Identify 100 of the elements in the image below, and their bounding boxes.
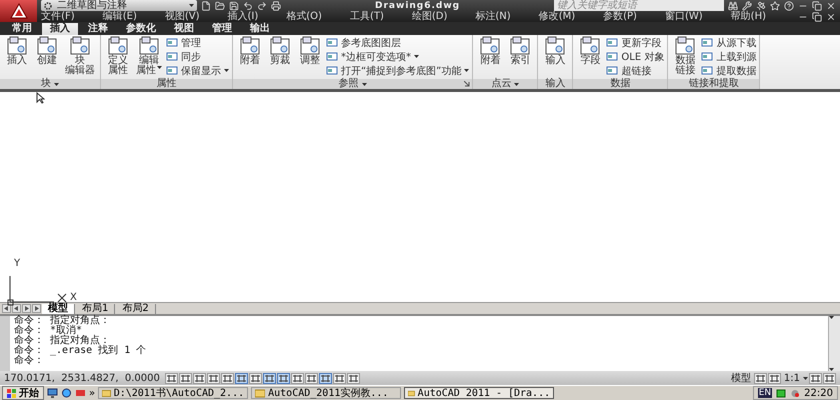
layout-tab[interactable]: 模型 xyxy=(42,304,75,314)
redo-icon[interactable] xyxy=(257,0,268,10)
satellite-icon[interactable] xyxy=(756,0,766,10)
menu-item[interactable]: 绘图(D) xyxy=(412,11,448,22)
status-toggle[interactable] xyxy=(179,372,192,384)
ribbon-tab[interactable]: 插入 xyxy=(42,23,78,35)
new-file-icon[interactable] xyxy=(201,0,212,10)
ribbon-small-button[interactable]: 超链接 xyxy=(606,64,664,77)
menu-item[interactable]: 编辑(E) xyxy=(102,11,137,22)
ribbon-tab[interactable]: 参数化 xyxy=(118,23,164,35)
menu-item[interactable]: 帮助(H) xyxy=(730,11,766,22)
status-toggle[interactable] xyxy=(235,372,248,384)
wrench-icon[interactable] xyxy=(742,0,752,10)
ribbon-button[interactable]: 调整 xyxy=(296,36,324,66)
ribbon-button[interactable]: 附着 xyxy=(476,36,504,66)
ribbon-button[interactable]: 插入 xyxy=(3,36,31,66)
tab-scroll-button[interactable] xyxy=(2,304,11,313)
printer-icon[interactable] xyxy=(271,0,282,10)
menu-item[interactable]: 工具(T) xyxy=(350,11,384,22)
y-axis-label: Y xyxy=(14,258,20,269)
ribbon-button[interactable]: 字段 xyxy=(576,36,604,66)
layout-view-button[interactable] xyxy=(754,372,767,384)
status-toggle[interactable] xyxy=(305,372,318,384)
desktop-icon[interactable] xyxy=(47,388,58,398)
ribbon-button[interactable]: 数据 链接 xyxy=(671,36,700,76)
ribbon-small-button[interactable]: 上载到源 xyxy=(701,50,756,63)
ribbon-button[interactable]: 附着 xyxy=(236,36,264,66)
app-menu-button[interactable] xyxy=(0,0,38,22)
menu-item[interactable]: 参数(P) xyxy=(603,11,637,22)
caret-icon xyxy=(157,66,162,69)
ribbon-button[interactable]: 创建 xyxy=(33,36,61,66)
ribbon-tab[interactable]: 输出 xyxy=(242,23,278,35)
star-icon[interactable] xyxy=(770,0,780,10)
annotation-scale-button[interactable]: 1:1 xyxy=(782,372,802,384)
start-button[interactable]: 开始 xyxy=(2,386,44,400)
ribbon-button[interactable]: 定义 属性 xyxy=(104,36,132,76)
close-icon[interactable] xyxy=(826,0,836,10)
status-toggle[interactable] xyxy=(207,372,220,384)
undo-icon[interactable] xyxy=(243,0,254,10)
taskbar-task[interactable]: AutoCAD 2011 - [Dra... xyxy=(404,387,554,399)
status-toggle[interactable] xyxy=(347,372,360,384)
status-toggle[interactable] xyxy=(165,372,178,384)
frame-icon xyxy=(606,65,618,76)
status-toggle[interactable] xyxy=(333,372,346,384)
ribbon-tab[interactable]: 管理 xyxy=(204,23,240,35)
settings-button[interactable] xyxy=(809,372,822,384)
open-folder-icon[interactable] xyxy=(215,0,226,10)
layout-view-button[interactable] xyxy=(768,372,781,384)
binoculars-icon[interactable] xyxy=(728,0,738,10)
close-icon[interactable] xyxy=(826,12,836,22)
status-toggle[interactable] xyxy=(277,372,290,384)
language-indicator[interactable]: EN xyxy=(758,388,772,398)
menu-item[interactable]: 文件(F) xyxy=(41,11,75,22)
restore-icon[interactable] xyxy=(812,12,822,22)
status-toggle[interactable] xyxy=(249,372,262,384)
model-space-button[interactable]: 模型 xyxy=(728,371,753,385)
save-icon[interactable] xyxy=(229,0,240,10)
ribbon-small-button[interactable]: 参考底图图层 xyxy=(326,36,470,49)
ribbon-small-button[interactable]: 从源下载 xyxy=(701,36,756,49)
menu-item[interactable]: 修改(M) xyxy=(538,11,576,22)
vertical-scrollbar[interactable] xyxy=(828,316,840,371)
help-icon[interactable] xyxy=(784,0,794,10)
ribbon-button[interactable]: 块 编辑器 xyxy=(63,36,97,76)
volume-icon[interactable] xyxy=(790,388,800,398)
ribbon-small-button[interactable]: *边框可变选项* xyxy=(326,50,470,63)
network-icon[interactable] xyxy=(776,388,786,398)
ribbon-button[interactable]: 输入 xyxy=(541,36,570,66)
ribbon-small-button[interactable]: 管理 xyxy=(166,36,229,49)
status-toggle[interactable] xyxy=(319,372,332,384)
ribbon-button[interactable]: 剪裁 xyxy=(266,36,294,66)
menu-item[interactable]: 插入(I) xyxy=(228,11,258,22)
menu-item[interactable]: 窗口(W) xyxy=(664,11,703,22)
status-toggle[interactable] xyxy=(291,372,304,384)
status-toggle[interactable] xyxy=(193,372,206,384)
status-toggle[interactable] xyxy=(221,372,234,384)
ribbon-tab[interactable]: 常用 xyxy=(4,23,40,35)
ribbon-small-button[interactable]: 更新字段 xyxy=(606,36,664,49)
ribbon-tab[interactable]: 注释 xyxy=(80,23,116,35)
ribbon-button[interactable]: 索引 xyxy=(506,36,534,66)
tab-scroll-button[interactable] xyxy=(32,304,41,313)
ribbon-button[interactable]: 编辑 属性 xyxy=(134,36,164,76)
ribbon-tab[interactable]: 视图 xyxy=(166,23,202,35)
tab-scroll-button[interactable] xyxy=(22,304,31,313)
menu-item[interactable]: 视图(V) xyxy=(164,11,200,22)
tab-scroll-button[interactable] xyxy=(12,304,21,313)
taskbar-task[interactable]: D:\2011书\AutoCAD_2... xyxy=(98,387,248,399)
lock-button[interactable] xyxy=(823,372,836,384)
ribbon-small-button[interactable]: 保留显示 xyxy=(166,64,229,77)
taskbar-task[interactable]: AutoCAD_2011实例教... xyxy=(251,387,402,399)
ribbon-small-button[interactable]: 提取数据 xyxy=(701,64,756,77)
menu-item[interactable]: 标注(N) xyxy=(475,11,511,22)
ribbon-small-button[interactable]: 打开“捕捉到参考底图”功能 xyxy=(326,64,470,77)
ribbon-small-button[interactable]: OLE 对象 xyxy=(606,50,664,63)
menu-item[interactable]: 格式(O) xyxy=(286,11,322,22)
more-button[interactable]: » xyxy=(89,388,96,398)
grid-icon xyxy=(237,374,246,382)
launcher-icon[interactable] xyxy=(464,81,470,87)
restore-icon[interactable] xyxy=(812,0,822,10)
ribbon-small-button[interactable]: 同步 xyxy=(166,50,229,63)
status-toggle[interactable] xyxy=(263,372,276,384)
